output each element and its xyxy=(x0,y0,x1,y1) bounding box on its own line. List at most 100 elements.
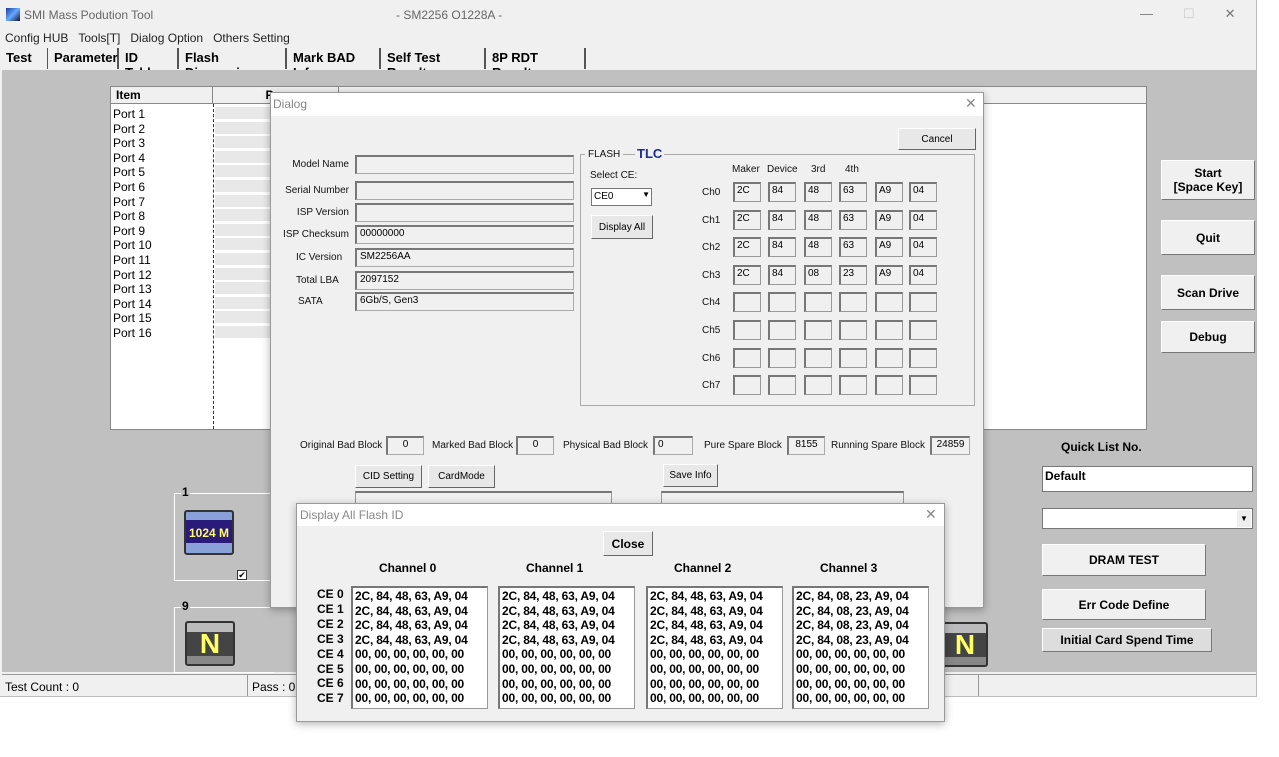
flash-id-box xyxy=(733,375,761,396)
flash-id-close-icon[interactable]: ✕ xyxy=(925,506,937,523)
port-row-label[interactable]: Port 9 xyxy=(113,224,145,238)
channel-id-list: 2C, 84, 48, 63, A9, 04 2C, 84, 48, 63, A9… xyxy=(646,586,783,709)
ce-label: CE 6 xyxy=(317,676,344,691)
flash-id-dialog-title: Display All Flash ID xyxy=(300,508,404,522)
start-button[interactable]: Start [Space Key] xyxy=(1161,160,1255,200)
flash-id-box: 04 xyxy=(909,182,937,202)
port-row-label[interactable]: Port 15 xyxy=(113,311,152,325)
tab-id-table[interactable]: ID Table xyxy=(121,48,179,80)
tab-8p-rdt-result[interactable]: 8P RDT Result xyxy=(488,48,586,80)
flash-id-box xyxy=(804,320,832,340)
flash-id-box xyxy=(768,375,796,396)
flash-id-box: A9 xyxy=(875,264,903,285)
flash-id-box xyxy=(733,320,761,340)
select-ce-value: CE0 xyxy=(594,191,614,202)
cancel-button[interactable]: Cancel xyxy=(898,128,976,150)
flash-id-row: 2C, 84, 48, 63, A9, 04 xyxy=(502,632,615,647)
ce-label: CE 5 xyxy=(317,661,344,676)
minimize-button[interactable]: — xyxy=(1140,6,1153,22)
slot-number: 9 xyxy=(181,599,190,613)
port-row-label[interactable]: Port 4 xyxy=(113,151,145,165)
port-row-label[interactable]: Port 5 xyxy=(113,165,145,179)
dialog-title: Dialog xyxy=(273,97,308,111)
slot-checkbox[interactable]: ✔ xyxy=(237,570,247,580)
flash-id-box xyxy=(733,347,761,368)
port-row-label[interactable]: Port 3 xyxy=(113,136,145,150)
tab-test[interactable]: Test xyxy=(2,48,48,69)
flash-id-box: 63 xyxy=(839,209,867,230)
port-row-label[interactable]: Port 7 xyxy=(113,195,145,209)
dram-test-button[interactable]: DRAM TEST xyxy=(1042,544,1206,576)
flash-id-box: 23 xyxy=(839,264,867,285)
channel-header: Channel 1 xyxy=(526,561,584,575)
card-icon[interactable]: 1024 M xyxy=(184,510,234,555)
header-item[interactable]: Item xyxy=(111,87,213,104)
port-row-label[interactable]: Port 11 xyxy=(113,253,151,267)
close-button[interactable]: Close xyxy=(603,531,653,556)
field-label: ISP Checksum xyxy=(283,229,349,240)
quick-list-combo[interactable]: ▼ xyxy=(1042,508,1253,529)
flash-id-row: 00, 00, 00, 00, 00, 00 xyxy=(796,661,906,676)
port-row-label[interactable]: Port 16 xyxy=(113,326,152,340)
card-mode-button[interactable]: CardMode xyxy=(428,465,495,488)
dialog-close-icon[interactable]: ✕ xyxy=(965,95,977,112)
flash-id-box: 2C xyxy=(733,209,761,230)
menu-tools[interactable]: Tools[T] xyxy=(78,31,120,45)
channel-label: Ch1 xyxy=(702,214,721,226)
port-row-label[interactable]: Port 13 xyxy=(113,282,152,296)
cid-setting-button[interactable]: CID Setting xyxy=(355,465,422,488)
maximize-button[interactable]: ☐ xyxy=(1183,6,1195,22)
flash-id-box: 84 xyxy=(768,209,796,230)
tab-self-test-result[interactable]: Self Test Result xyxy=(383,48,486,80)
menu-config-hub[interactable]: Config HUB xyxy=(5,31,68,45)
bad-block-value: 0 xyxy=(516,436,554,455)
flash-id-box: A9 xyxy=(875,182,903,202)
flash-id-box xyxy=(839,320,867,340)
card-icon[interactable]: N xyxy=(185,621,235,666)
channel-id-list: 2C, 84, 48, 63, A9, 04 2C, 84, 48, 63, A9… xyxy=(351,586,488,709)
port-row-label[interactable]: Port 8 xyxy=(113,209,145,223)
port-row-label[interactable]: Port 1 xyxy=(113,107,145,121)
menu-bar: Config HUB Tools[T] Dialog Option Others Se… xyxy=(5,31,300,45)
tab-flash-diagnosis[interactable]: Flash Diagnosis xyxy=(181,48,287,80)
scan-drive-button[interactable]: Scan Drive xyxy=(1161,275,1255,310)
flash-id-box xyxy=(804,292,832,313)
flash-id-box: 48 xyxy=(804,209,832,230)
window-title: SMI Mass Podution Tool xyxy=(24,8,154,22)
quit-button[interactable]: Quit xyxy=(1161,220,1255,255)
port-row-label[interactable]: Port 10 xyxy=(113,238,152,252)
port-row-label[interactable]: Port 6 xyxy=(113,180,145,194)
channel-label: Ch5 xyxy=(702,325,721,336)
menu-dialog-option[interactable]: Dialog Option xyxy=(130,31,203,45)
ce-label: CE 1 xyxy=(317,601,344,616)
bad-block-label: Original Bad Block xyxy=(300,440,383,451)
tab-parameter[interactable]: Parameter xyxy=(50,48,119,69)
err-code-define-button[interactable]: Err Code Define xyxy=(1042,589,1206,620)
tab-mark-bad-info[interactable]: Mark BAD Info xyxy=(289,48,381,80)
flash-id-box xyxy=(909,320,937,340)
flash-header: 4th xyxy=(845,164,859,175)
port-row-label[interactable]: Port 12 xyxy=(113,268,152,282)
field-input-isp-version xyxy=(355,203,574,222)
port-row-label[interactable]: Port 2 xyxy=(113,122,145,136)
flash-id-box xyxy=(875,375,903,396)
display-all-button[interactable]: Display All xyxy=(591,215,653,239)
flash-id-row: 2C, 84, 08, 23, A9, 04 xyxy=(796,632,909,647)
menu-others-setting[interactable]: Others Setting xyxy=(213,31,290,45)
card-icon[interactable]: N xyxy=(942,622,988,667)
channel-label: Ch2 xyxy=(702,242,721,254)
initial-card-spend-time-button[interactable]: Initial Card Spend Time xyxy=(1042,628,1212,652)
select-ce-combo[interactable]: CE0 ▼ xyxy=(591,188,652,206)
flash-id-box xyxy=(839,292,867,313)
close-button[interactable]: ✕ xyxy=(1225,6,1236,22)
save-info-button[interactable]: Save Info xyxy=(663,464,718,487)
flash-id-row: 2C, 84, 48, 63, A9, 04 xyxy=(502,603,615,618)
flash-id-row: 00, 00, 00, 00, 00, 00 xyxy=(502,676,612,691)
quick-list-input[interactable]: Default xyxy=(1042,466,1253,492)
channel-label: Ch6 xyxy=(702,352,721,364)
chevron-down-icon[interactable]: ▼ xyxy=(1237,510,1251,527)
ce-label: CE 4 xyxy=(317,646,344,661)
port-row-label[interactable]: Port 14 xyxy=(113,297,152,311)
debug-button[interactable]: Debug xyxy=(1161,321,1255,353)
flash-header: 3rd xyxy=(811,164,826,175)
